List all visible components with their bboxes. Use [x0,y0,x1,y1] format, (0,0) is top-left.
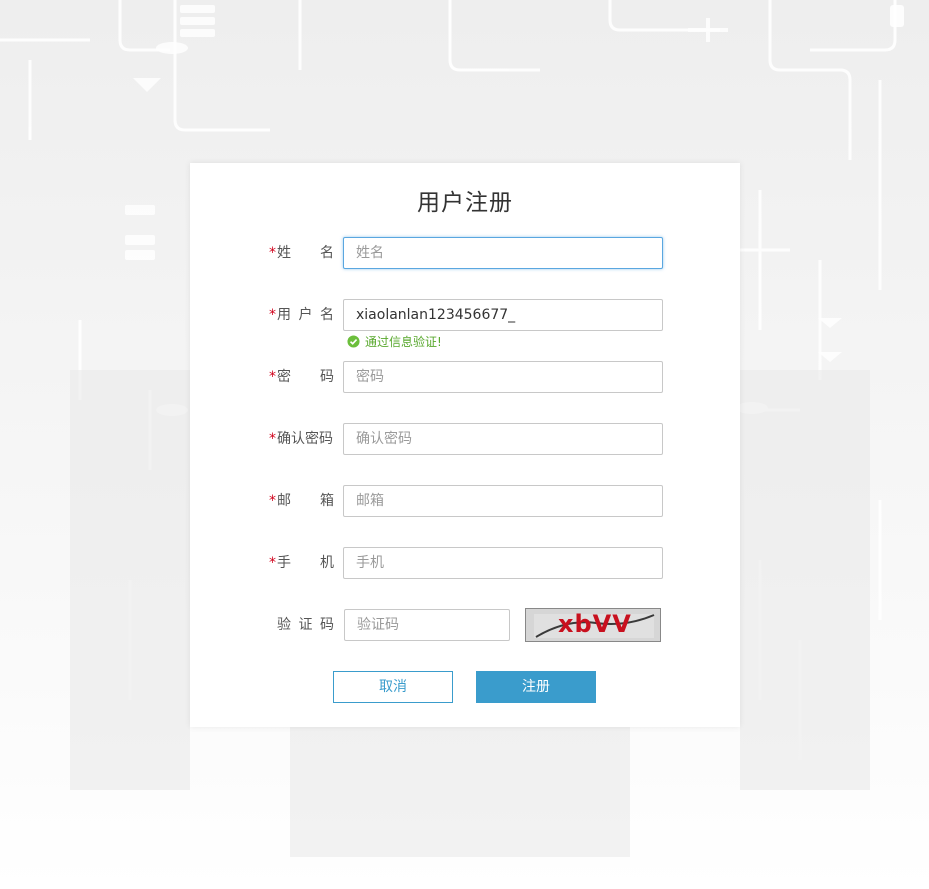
label-char: 名 [320,307,334,323]
page-background: 用户注册 * 姓 名 * 用 户 名 [0,0,929,889]
label-char: 机 [320,555,334,571]
password-label: * 密 码 [269,361,334,393]
username-row: * 用 户 名 通过信息验证! [190,299,740,349]
validation-text: 通过信息验证! [365,334,442,349]
label-char: 姓 [277,245,291,261]
phone-input[interactable] [343,547,663,579]
label-char: 手 [277,555,291,571]
password-input[interactable] [343,361,663,393]
password-row: * 密 码 [190,361,740,393]
confirm-password-label: * 确认密码 [269,423,334,455]
name-input[interactable] [343,237,663,269]
label-char: 码 [320,617,334,633]
label-char: 码 [320,369,334,385]
required-mark: * [269,245,276,261]
required-mark: * [269,431,276,447]
label-char: 箱 [320,493,334,509]
label-char: 户 [298,307,313,323]
label-char: 用 [277,307,291,323]
label-char: 密 [277,369,291,385]
register-button[interactable]: 注册 [476,671,596,703]
email-input[interactable] [343,485,663,517]
captcha-row: 验 证 码 xbVV [190,608,740,642]
required-mark: * [269,307,276,323]
email-label: * 邮 箱 [269,485,334,517]
phone-row: * 手 机 [190,547,740,579]
label-text: 确认密码 [277,431,333,447]
page-title: 用户注册 [417,190,513,216]
captcha-text: xbVV [558,610,632,638]
captcha-label: 验 证 码 [270,609,334,641]
label-char: 证 [298,617,313,633]
email-row: * 邮 箱 [190,485,740,517]
username-validation-message: 通过信息验证! [347,334,442,349]
required-mark: * [269,555,276,571]
label-char: 名 [320,245,334,261]
register-card: 用户注册 * 姓 名 * 用 户 名 [190,163,740,727]
check-circle-icon [347,334,360,348]
name-label: * 姓 名 [269,237,334,269]
label-char: 邮 [277,493,291,509]
confirm-password-input[interactable] [343,423,663,455]
username-label: * 用 户 名 [269,299,334,331]
required-mark: * [269,493,276,509]
label-char: 验 [277,617,291,633]
name-row: * 姓 名 [190,237,740,269]
confirm-password-row: * 确认密码 [190,423,740,455]
cancel-button[interactable]: 取消 [333,671,453,703]
captcha-image[interactable]: xbVV [525,608,661,642]
username-input[interactable] [343,299,663,331]
required-mark: * [269,369,276,385]
phone-label: * 手 机 [269,547,334,579]
captcha-input[interactable] [344,609,510,641]
